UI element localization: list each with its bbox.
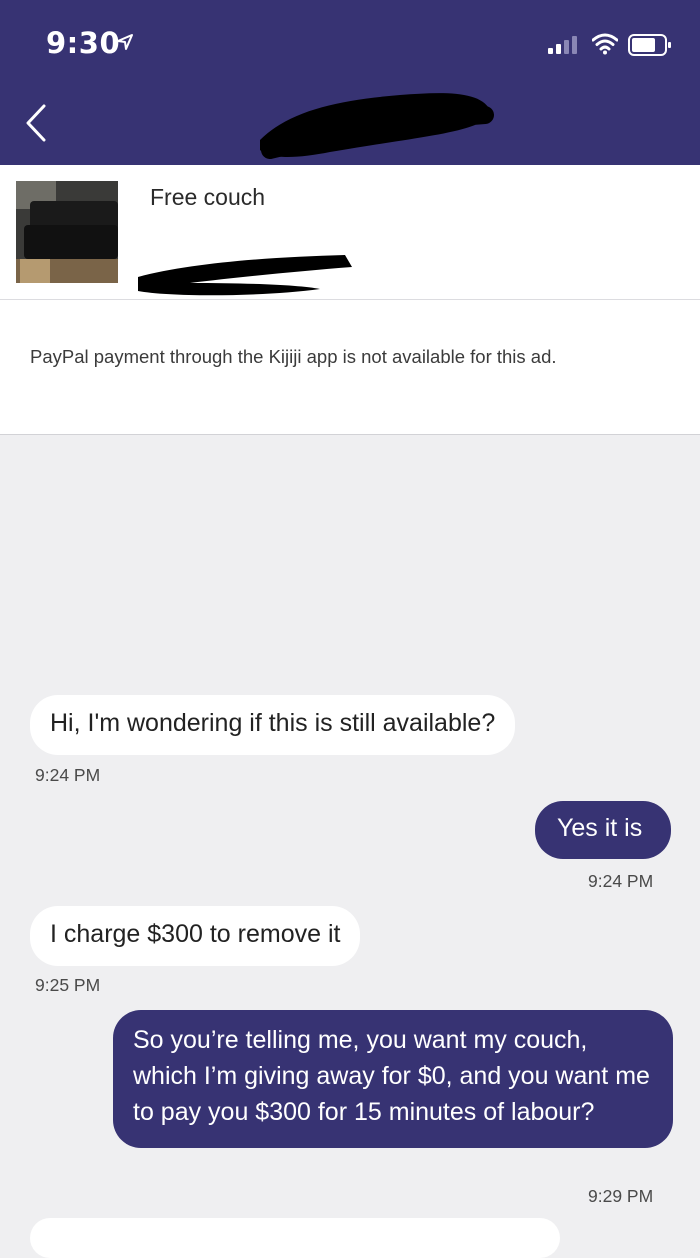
message-bubble-outgoing: Yes it is [535, 801, 671, 859]
status-time: 9:30 [46, 26, 121, 60]
message-text: Hi, I'm wondering if this is still avail… [50, 709, 496, 737]
redacted-name-mark [260, 93, 494, 159]
message-bubble-outgoing: So you’re telling me, you want my couch,… [113, 1010, 673, 1148]
signal-icon [548, 36, 577, 54]
message-timestamp: 9:24 PM [588, 871, 654, 891]
listing-thumbnail [16, 181, 118, 283]
message-text: Yes it is [557, 814, 643, 842]
message-timestamp: 9:24 PM [35, 765, 101, 785]
location-arrow-icon [117, 34, 133, 50]
message-bubble-incoming-partial [30, 1218, 560, 1258]
message-text: So you’re telling me, you want my couch,… [133, 1026, 650, 1126]
listing-title: Free couch [150, 184, 266, 210]
redacted-price-mark [138, 255, 352, 296]
message-bubble-incoming: I charge $300 to remove it [30, 906, 361, 966]
message-timestamp: 9:29 PM [588, 1186, 654, 1206]
message-timestamp: 9:25 PM [35, 975, 101, 995]
battery-icon [628, 34, 671, 56]
message-bubble-incoming: Hi, I'm wondering if this is still avail… [30, 695, 516, 755]
app-header: 9:30 [0, 0, 700, 165]
wifi-icon [592, 33, 618, 55]
listing-summary[interactable] [0, 165, 700, 300]
notice-text: PayPal payment through the Kijiji app is… [30, 346, 557, 367]
payment-notice: PayPal payment through the Kijiji app is… [0, 300, 700, 435]
back-chevron-icon[interactable] [22, 100, 52, 146]
message-text: I charge $300 to remove it [50, 920, 341, 948]
